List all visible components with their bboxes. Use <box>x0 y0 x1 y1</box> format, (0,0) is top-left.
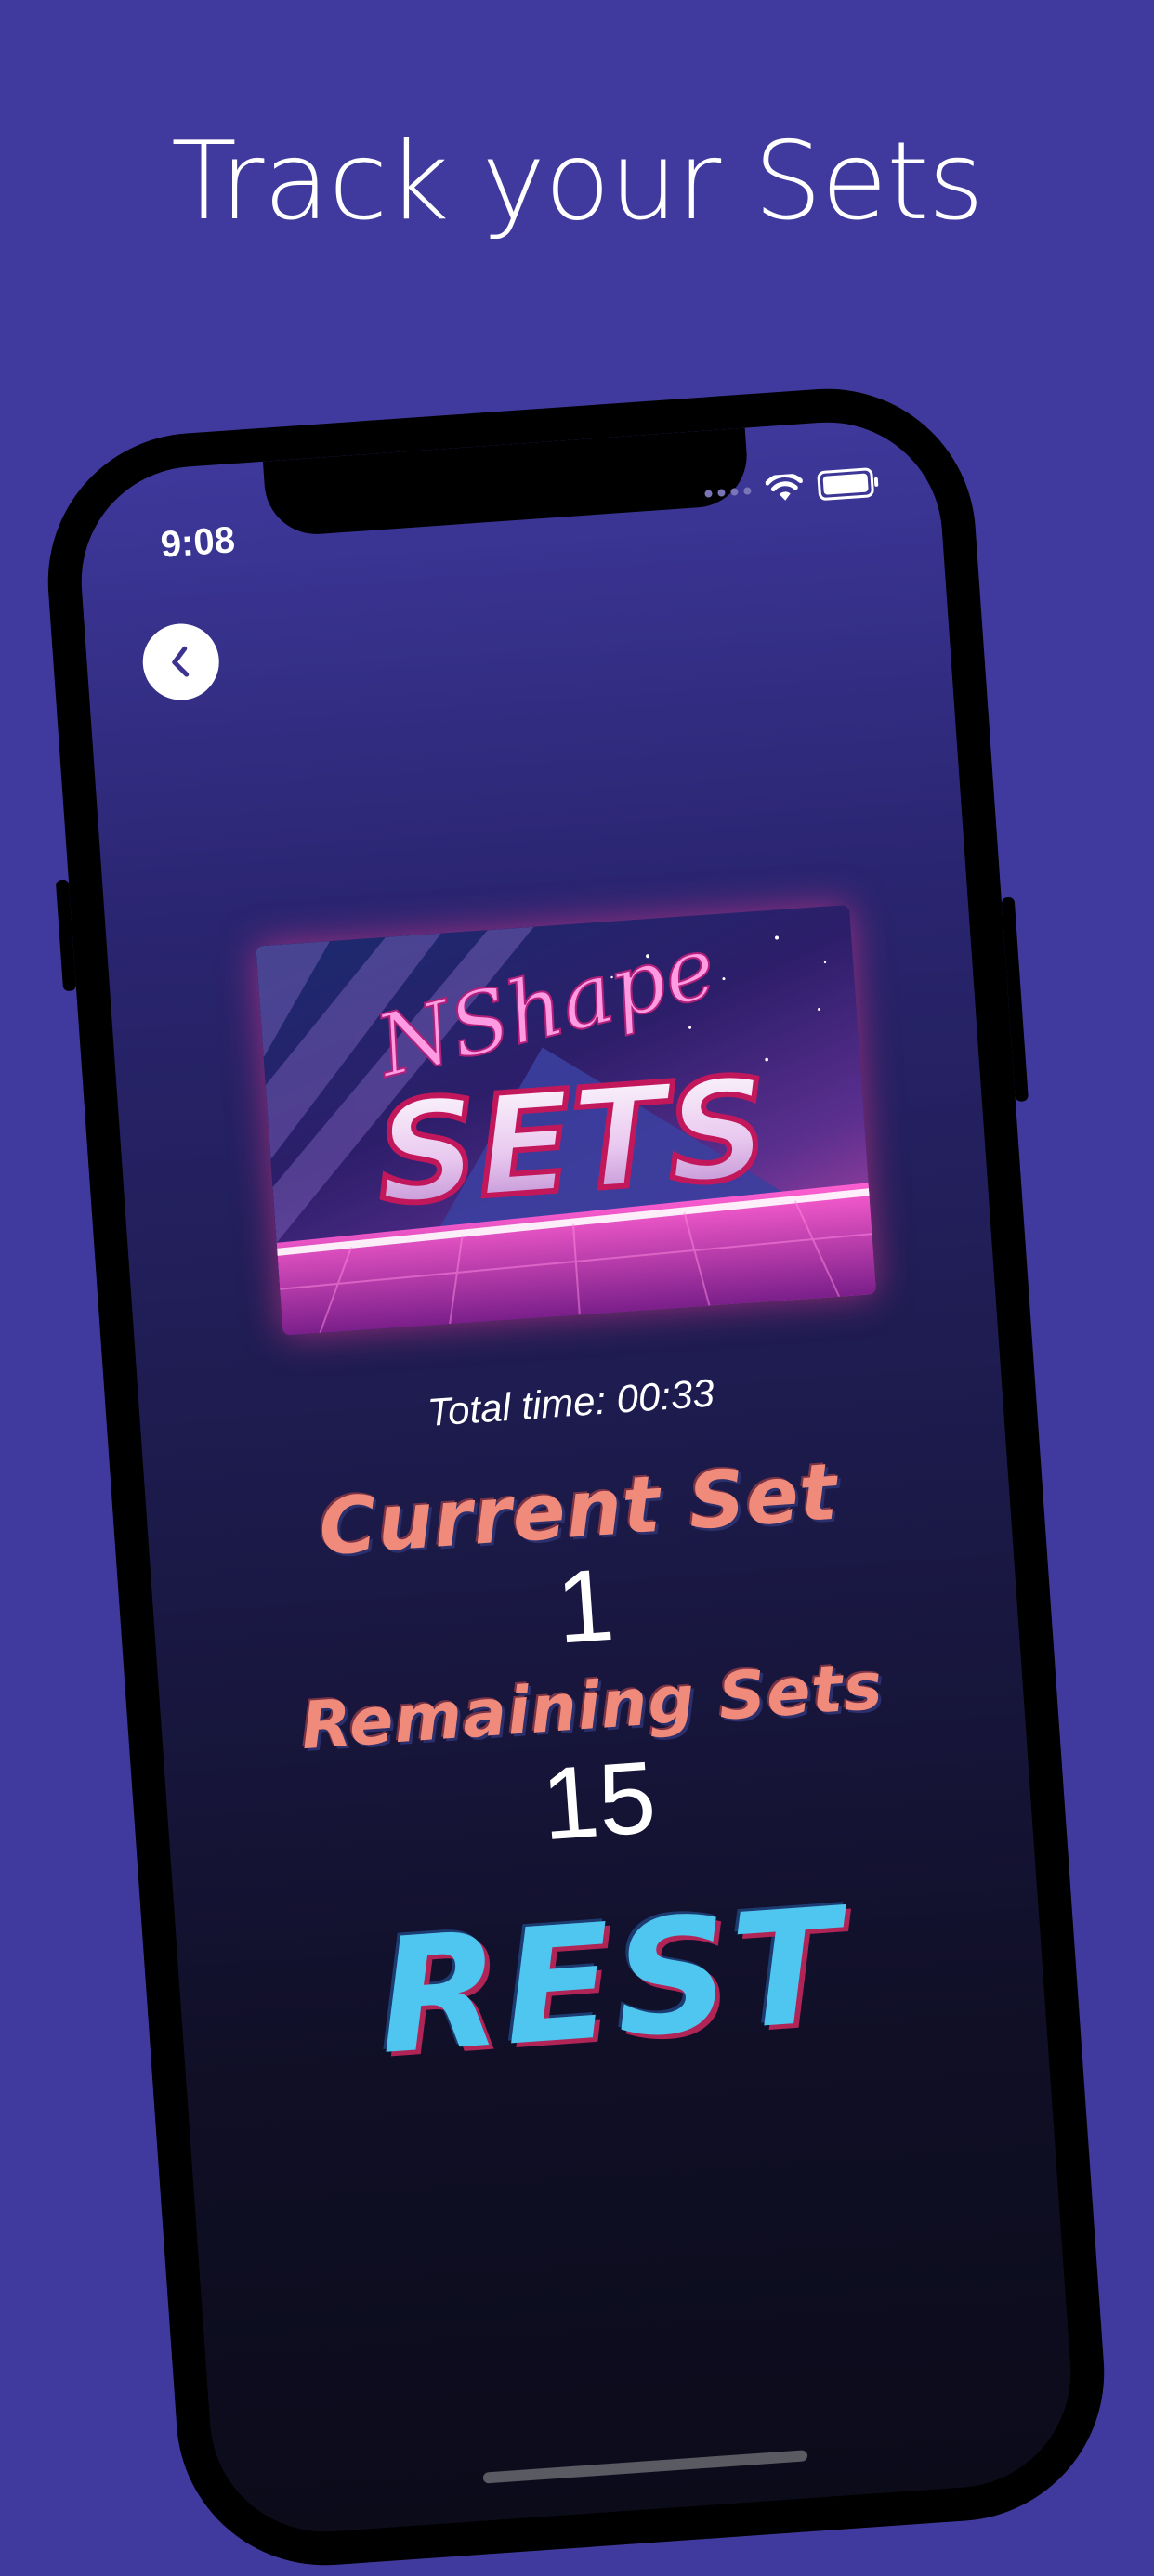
marketing-headline: Track your Sets <box>170 119 984 244</box>
phone-screen: 9:08 NShape SETS Total time: 00:33 Curre… <box>73 414 1079 2540</box>
chevron-left-icon <box>172 646 190 677</box>
battery-icon <box>817 467 875 502</box>
logo-artwork: NShape SETS <box>256 916 877 1336</box>
back-button[interactable] <box>139 621 222 703</box>
logo-sets-text: SETS <box>372 1048 773 1236</box>
total-time-label: Total time: 00:33 <box>426 1370 716 1434</box>
home-indicator[interactable] <box>482 2450 808 2484</box>
signal-dots-icon <box>704 487 752 498</box>
nshape-sets-logo: NShape SETS <box>256 905 877 1336</box>
phone-side-button <box>1001 896 1029 1103</box>
notch <box>262 427 751 538</box>
phone-side-button <box>55 879 77 992</box>
phone-frame: 9:08 NShape SETS Total time: 00:33 Curre… <box>37 378 1115 2576</box>
wifi-icon <box>765 473 804 501</box>
rest-status: REST <box>373 1874 851 2090</box>
status-time: 9:08 <box>159 519 237 566</box>
